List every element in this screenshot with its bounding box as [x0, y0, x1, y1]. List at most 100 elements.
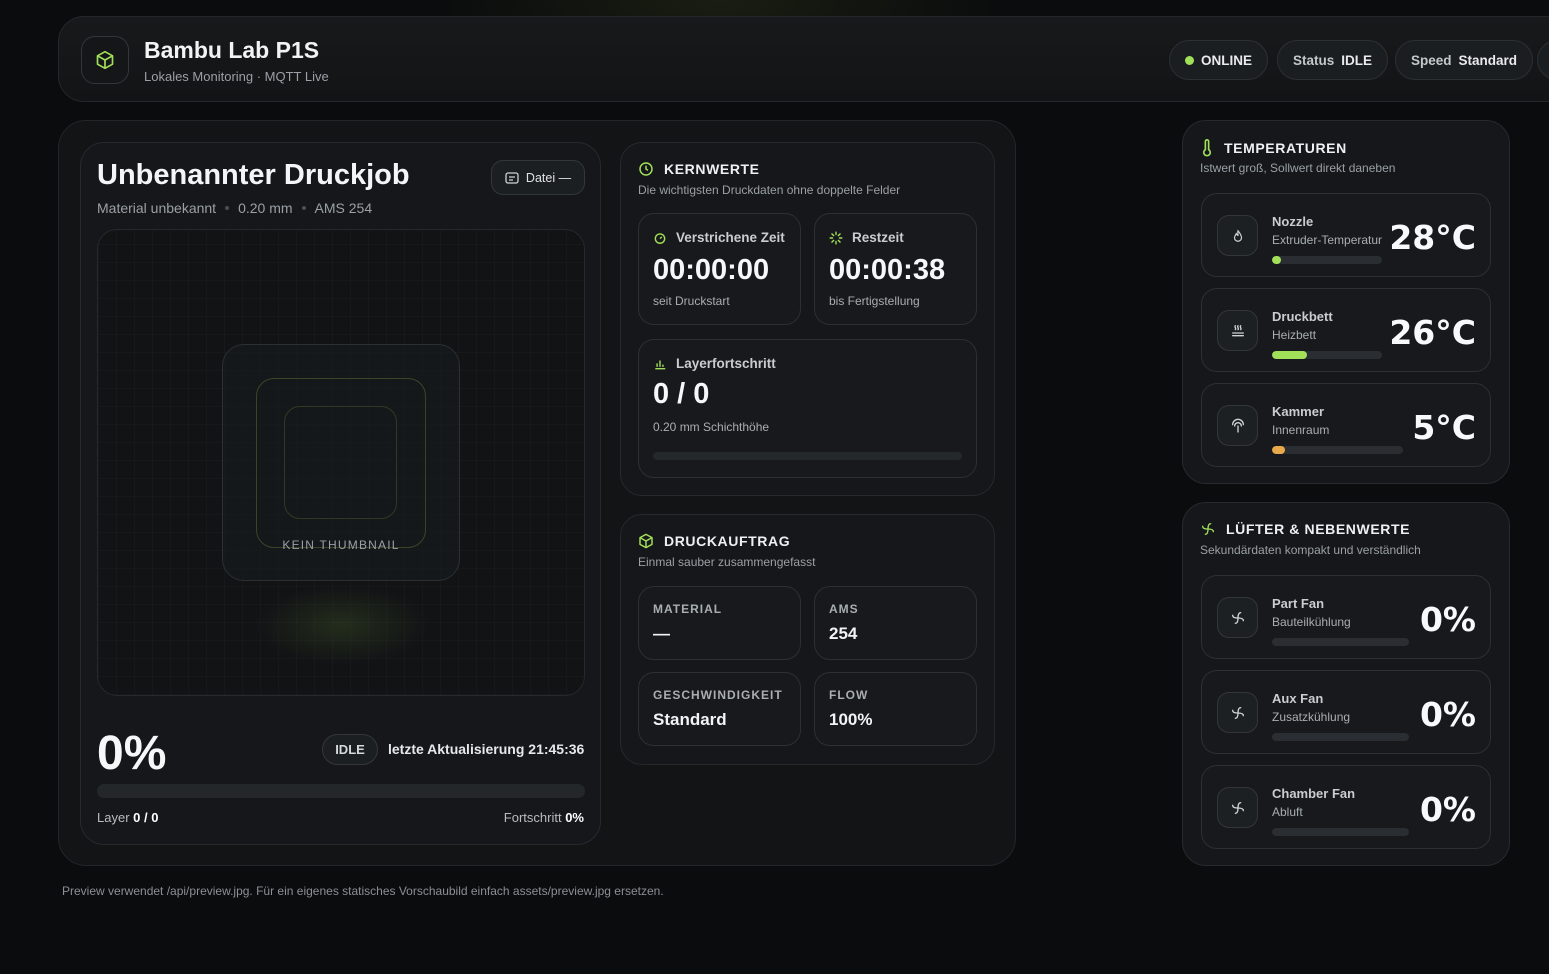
- state-chip: IDLE: [322, 734, 378, 765]
- job-meta: Material unbekannt 0.20 mm AMS 254: [97, 200, 372, 216]
- temp-value: 5°C: [1412, 408, 1476, 447]
- bar-chart-icon: [655, 360, 666, 369]
- temp-row-nozzle: Nozzle Extruder-Temperatur 28°C: [1201, 193, 1491, 277]
- print-order-subtitle: Einmal sauber zusammengefasst: [638, 555, 816, 569]
- job-ams: AMS 254: [314, 200, 373, 216]
- progress-bar: [97, 784, 585, 798]
- elapsed-time-label: Verstrichene Zeit: [676, 230, 785, 245]
- app-header: Bambu Lab P1S Lokales Monitoring · MQTT …: [58, 16, 1549, 102]
- temp-name: Nozzle: [1272, 214, 1314, 229]
- fan-icon: [1217, 787, 1258, 828]
- fan-value: 0%: [1419, 695, 1476, 734]
- flame-icon: [1217, 215, 1258, 256]
- layer-progress-label: Layerfortschritt: [676, 356, 776, 371]
- fan-icon: [1202, 523, 1214, 535]
- fans-title: LÜFTER & NEBENWERTE: [1226, 521, 1411, 537]
- job-card: Unbenannter Druckjob Material unbekannt …: [80, 142, 601, 845]
- flow-tile: FLOW 100%: [814, 672, 977, 746]
- job-title: Unbenannter Druckjob: [97, 159, 410, 191]
- fans-card: LÜFTER & NEBENWERTE Sekundärdaten kompak…: [1182, 502, 1510, 866]
- temperatures-title: TEMPERATUREN: [1224, 140, 1347, 156]
- temp-row-chamber: Kammer Innenraum 5°C: [1201, 383, 1491, 467]
- speed-value: Standard: [1458, 52, 1518, 68]
- job-material: Material unbekannt: [97, 200, 217, 216]
- temp-bar: [1272, 351, 1382, 359]
- temp-value: 26°C: [1389, 313, 1476, 352]
- speed-pill: Speed Standard: [1395, 40, 1534, 80]
- thermometer-icon: [1202, 139, 1212, 157]
- online-dot-icon: [1185, 55, 1194, 65]
- fan-bar: [1272, 733, 1409, 741]
- remaining-time-label: Restzeit: [852, 230, 904, 245]
- progress-footer-value: 0%: [565, 810, 584, 825]
- fan-row-chamber: Chamber Fan Abluft 0%: [1201, 765, 1491, 849]
- elapsed-time-sub: seit Druckstart: [653, 294, 730, 308]
- thumbnail-frame-inner: [284, 406, 397, 519]
- temperatures-header: TEMPERATUREN: [1200, 139, 1347, 157]
- online-badge: ONLINE: [1169, 40, 1269, 80]
- layer-progress-bar: [653, 452, 962, 460]
- file-button-label: Datei —: [525, 170, 572, 185]
- layer-footer-label: Layer: [97, 810, 130, 825]
- fan-value: 0%: [1419, 790, 1476, 829]
- preview-area: KEIN THUMBNAIL: [97, 229, 585, 696]
- remaining-time-sub: bis Fertigstellung: [829, 294, 920, 308]
- temp-bar: [1272, 256, 1382, 264]
- fan-value: 0%: [1419, 600, 1476, 639]
- elapsed-time-header: Verstrichene Zeit: [653, 230, 785, 245]
- layer-footer: Layer 0 / 0: [97, 810, 158, 825]
- fan-name: Chamber Fan: [1272, 786, 1356, 801]
- temp-value: 28°C: [1389, 218, 1476, 257]
- temp-bar-fill: [1272, 351, 1308, 359]
- fans-subtitle: Sekundärdaten kompakt und verständlich: [1200, 543, 1421, 557]
- fan-icon: [1217, 692, 1258, 733]
- separator-dot: [301, 206, 306, 210]
- temp-bar: [1272, 446, 1403, 454]
- loader-icon: [829, 230, 843, 245]
- fan-row-part: Part Fan Bauteilkühlung 0%: [1201, 575, 1491, 659]
- ams-tile: AMS 254: [814, 586, 977, 660]
- status-value: IDLE: [1341, 52, 1373, 68]
- temperatures-card: TEMPERATUREN Istwert groß, Sollwert dire…: [1182, 120, 1510, 484]
- app-subtitle: Lokales Monitoring · MQTT Live: [144, 69, 329, 84]
- timer-icon: [654, 232, 666, 244]
- speed-label: GESCHWINDIGKEIT: [653, 688, 783, 702]
- layer-progress-header: Layerfortschritt: [653, 356, 776, 371]
- job-layer-height: 0.20 mm: [238, 200, 293, 216]
- temp-bar-fill: [1272, 256, 1281, 264]
- header-extra-pill[interactable]: [1537, 40, 1549, 80]
- temp-bar-fill: [1272, 446, 1286, 454]
- online-label: ONLINE: [1201, 52, 1253, 68]
- clock-icon: [639, 162, 653, 176]
- progress-percent: 0%: [97, 727, 167, 780]
- progress-footer: Fortschritt 0%: [504, 810, 584, 825]
- fan-name: Aux Fan: [1272, 691, 1324, 706]
- core-values-card: KERNWERTE Die wichtigsten Druckdaten ohn…: [620, 142, 995, 496]
- fan-bar: [1272, 828, 1409, 836]
- flow-value: 100%: [829, 710, 873, 729]
- layer-footer-value: 0 / 0: [133, 810, 159, 825]
- heat-bed-icon: [1217, 310, 1258, 351]
- temp-desc: Extruder-Temperatur: [1272, 233, 1383, 247]
- fan-name: Part Fan: [1272, 596, 1325, 611]
- material-value: —: [653, 624, 670, 643]
- thumbnail-placeholder-label: KEIN THUMBNAIL: [282, 538, 400, 552]
- file-button[interactable]: Datei —: [491, 160, 585, 195]
- layer-progress-value: 0 / 0: [653, 378, 710, 410]
- temp-name: Kammer: [1272, 404, 1325, 419]
- temp-desc: Heizbett: [1272, 328, 1317, 342]
- material-label: MATERIAL: [653, 602, 723, 616]
- ams-value: 254: [829, 624, 858, 643]
- cube-logo-icon: [81, 36, 129, 84]
- temp-row-bed: Druckbett Heizbett 26°C: [1201, 288, 1491, 372]
- last-update: letzte Aktualisierung 21:45:36: [388, 741, 585, 757]
- fan-row-aux: Aux Fan Zusatzkühlung 0%: [1201, 670, 1491, 754]
- speed-value: Standard: [653, 710, 727, 729]
- core-values-title: KERNWERTE: [664, 161, 760, 177]
- remaining-time-header: Restzeit: [829, 230, 904, 245]
- fan-icon: [1217, 597, 1258, 638]
- remaining-time-value: 00:00:38: [829, 254, 946, 286]
- temp-name: Druckbett: [1272, 309, 1333, 324]
- speed-tile: GESCHWINDIGKEIT Standard: [638, 672, 801, 746]
- core-values-subtitle: Die wichtigsten Druckdaten ohne doppelte…: [638, 183, 901, 197]
